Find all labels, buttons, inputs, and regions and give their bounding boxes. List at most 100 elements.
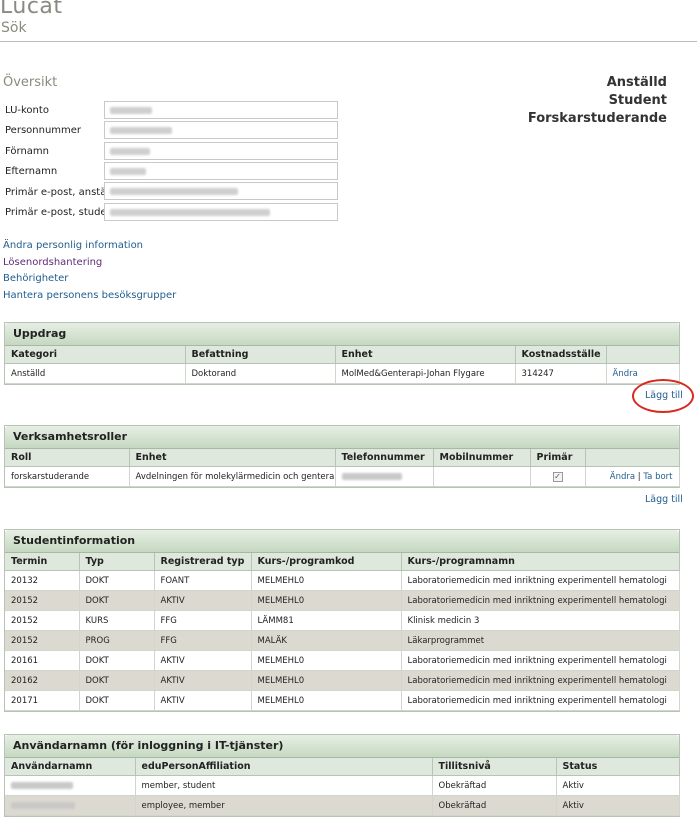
table-cell: 20132 (5, 570, 80, 591)
role-student: Student (608, 93, 667, 108)
table-cell (433, 466, 531, 487)
table-cell: MELMEHL0 (251, 650, 402, 671)
table-cell: 20152 (5, 590, 80, 611)
field-label-last-name: Efternamn (5, 166, 58, 177)
usernames-panel-title: Användarnamn (för inloggning i IT-tjänst… (5, 735, 679, 758)
table-cell: Obekräftad (432, 775, 557, 796)
column-header: eduPersonAffiliation (135, 758, 433, 776)
table-cell: Läkarprogrammet (401, 630, 680, 651)
table-cell: LÄMM81 (251, 610, 402, 631)
lu-account-field[interactable] (104, 101, 338, 119)
username-redacted (11, 801, 75, 809)
table-cell: FFG (154, 630, 252, 651)
student-email-field[interactable] (104, 203, 338, 221)
table-cell: DOKT (79, 670, 155, 691)
column-header: Enhet (335, 346, 516, 364)
person-links: Ändra personlig information Lösenordshan… (3, 238, 176, 305)
phone-redacted (341, 472, 402, 480)
table-row: 20152 PROG FFG MALÄK Läkarprogrammet (5, 630, 680, 651)
table-cell: FFG (154, 610, 252, 631)
edit-role-link[interactable]: Ändra (610, 472, 635, 482)
add-role-link[interactable]: Lägg till (645, 494, 683, 505)
usernames-panel: Användarnamn (för inloggning i IT-tjänst… (4, 734, 680, 817)
edit-assignment-link[interactable]: Ändra (613, 369, 638, 379)
table-cell: employee, member (135, 795, 433, 816)
table-cell: 20152 (5, 610, 80, 631)
table-cell: 20152 (5, 630, 80, 651)
table-cell: DOKT (79, 650, 155, 671)
primary-checkbox[interactable]: ✓ (552, 471, 563, 482)
table-cell (5, 775, 136, 796)
table-row: member, student Obekräftad Aktiv (5, 775, 680, 796)
role-phd-student: Forskarstuderande (527, 111, 667, 126)
column-header: Kurs-/programkod (251, 553, 402, 571)
table-row: Anställd Doktorand MolMed&Genterapi-Joha… (5, 363, 680, 384)
username-redacted (11, 781, 73, 789)
table-cell: MELMEHL0 (251, 590, 402, 611)
column-header: Användarnamn (5, 758, 136, 776)
employee-email-field[interactable] (104, 182, 338, 200)
column-header: Termin (5, 553, 80, 571)
table-cell (335, 466, 434, 487)
assignments-table: Kategori Befattning Enhet Kostnadsställe… (5, 346, 680, 384)
table-cell: PROG (79, 630, 155, 651)
assignments-panel: Uppdrag Kategori Befattning Enhet Kostna… (4, 322, 680, 385)
personal-number-field[interactable] (104, 121, 338, 139)
field-label-lu-account: LU-konto (5, 105, 49, 116)
column-header: Mobilnummer (433, 449, 531, 467)
column-header (585, 449, 680, 467)
table-cell: AKTIV (154, 690, 252, 711)
table-cell: 20171 (5, 690, 80, 711)
column-header: Kostnadsställe (515, 346, 607, 364)
table-cell: FOANT (154, 570, 252, 591)
password-management-link[interactable]: Lösenordshantering (3, 255, 176, 272)
remove-role-link[interactable]: Ta bort (643, 472, 672, 482)
business-roles-panel-title: Verksamhetsroller (5, 426, 679, 449)
table-cell: Ändra | Ta bort (585, 466, 680, 487)
table-row: 20152 DOKT AKTIV MELMEHL0 Laboratoriemedicin… (5, 590, 680, 611)
link-separator: | (637, 471, 641, 482)
page-subtitle: Sök (1, 20, 27, 36)
student-info-table: Termin Typ Registrerad typ Kurs-/program… (5, 553, 680, 711)
first-name-field[interactable] (104, 142, 338, 160)
column-header: Tillitsnivå (432, 758, 557, 776)
table-cell: DOKT (79, 590, 155, 611)
column-header: Roll (5, 449, 130, 467)
table-cell: KURS (79, 610, 155, 631)
table-cell: Doktorand (185, 363, 336, 384)
column-header: Typ (79, 553, 155, 571)
table-cell (5, 795, 136, 816)
field-label-first-name: Förnamn (5, 146, 49, 157)
table-cell: MELMEHL0 (251, 690, 402, 711)
table-cell: Anställd (5, 363, 186, 384)
column-header: Telefonnummer (335, 449, 434, 467)
table-cell: Avdelningen för molekylärmedicin och gen… (129, 466, 336, 487)
last-name-field[interactable] (104, 162, 338, 180)
table-cell: AKTIV (154, 670, 252, 691)
column-header: Kurs-/programnamn (401, 553, 680, 571)
table-cell: Klinisk medicin 3 (401, 610, 680, 631)
usernames-table: Användarnamn eduPersonAffiliation Tillit… (5, 758, 680, 816)
column-header (606, 346, 680, 364)
permissions-link[interactable]: Behörigheter (3, 271, 176, 288)
table-row: 20152 KURS FFG LÄMM81 Klinisk medicin 3 (5, 610, 680, 631)
table-row: 20171 DOKT AKTIV MELMEHL0 Laboratoriemedicin… (5, 690, 680, 711)
business-roles-table: Roll Enhet Telefonnummer Mobilnummer Pri… (5, 449, 680, 487)
highlight-circle (632, 379, 694, 413)
table-row: 20162 DOKT AKTIV MELMEHL0 Laboratoriemedicin… (5, 670, 680, 691)
table-cell: member, student (135, 775, 433, 796)
table-cell: 20161 (5, 650, 80, 671)
table-cell: Obekräftad (432, 795, 557, 816)
visitor-groups-link[interactable]: Hantera personens besöksgrupper (3, 288, 176, 305)
table-cell: MolMed&Genterapi-Johan Flygare (335, 363, 516, 384)
table-cell: ✓ (530, 466, 586, 487)
table-cell: MELMEHL0 (251, 670, 402, 691)
column-header: Enhet (129, 449, 336, 467)
header-divider (0, 41, 697, 42)
app-title: Lucat (0, 0, 63, 19)
column-header: Primär (530, 449, 586, 467)
field-label-employee-email: Primär e-post, anställd (5, 187, 119, 198)
column-header: Kategori (5, 346, 186, 364)
edit-personal-info-link[interactable]: Ändra personlig information (3, 238, 176, 255)
table-cell: MELMEHL0 (251, 570, 402, 591)
